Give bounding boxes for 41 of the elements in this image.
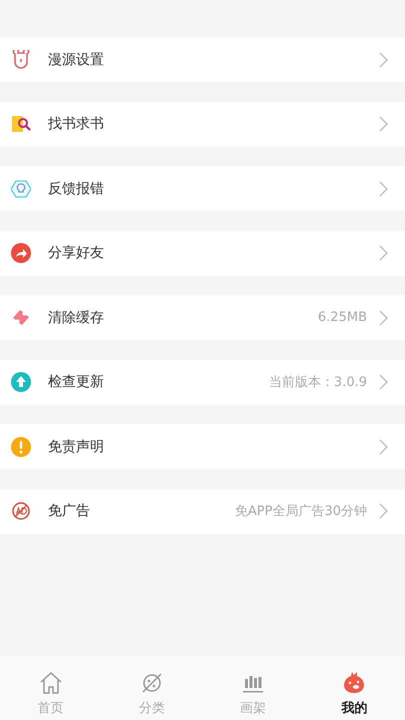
tab-label: 首页 [38, 700, 64, 717]
no-ads-icon [11, 501, 31, 521]
chevron-right-icon [379, 52, 389, 68]
book-search-icon [11, 114, 31, 134]
row-value: 6.25MB [318, 310, 367, 325]
tab-label: 画架 [240, 700, 266, 717]
row-label: 反馈报错 [48, 180, 105, 198]
ticket-icon [11, 308, 31, 328]
settings-row[interactable]: 分享好友 [0, 230, 405, 276]
chevron-right-icon [379, 245, 389, 261]
row-label: 免责声明 [48, 438, 105, 456]
settings-row[interactable]: 免责声明 [0, 424, 405, 469]
settings-row[interactable]: 清除缓存 6.25MB [0, 295, 405, 340]
chevron-right-icon [379, 503, 389, 519]
share-icon [11, 243, 31, 263]
row-label: 检查更新 [48, 373, 105, 391]
lightbulb-icon [11, 178, 31, 198]
row-label: 分享好友 [48, 244, 105, 262]
settings-row[interactable]: 漫源设置 [0, 37, 405, 82]
chevron-right-icon [379, 310, 389, 326]
row-label: 找书求书 [48, 115, 105, 133]
row-label: 漫源设置 [48, 50, 105, 68]
bear-icon [11, 50, 31, 70]
warning-icon [11, 436, 31, 456]
chevron-right-icon [379, 116, 389, 132]
row-value: 当前版本：3.0.9 [268, 374, 367, 391]
chevron-right-icon [379, 438, 389, 454]
upload-icon [11, 372, 31, 392]
row-label: 清除缓存 [48, 308, 105, 326]
settings-row[interactable]: 反馈报错 [0, 166, 405, 211]
settings-row[interactable]: 检查更新 当前版本：3.0.9 [0, 360, 405, 404]
tab-label: 分类 [138, 700, 165, 717]
row-label: 免广告 [48, 502, 91, 520]
chevron-right-icon [379, 180, 389, 196]
nav-tab[interactable]: 我的 [304, 656, 405, 720]
home-icon [38, 670, 64, 696]
settings-row[interactable]: 免广告 免APP全局广告30分钟 [0, 488, 405, 534]
tab-label: 我的 [341, 700, 368, 717]
chevron-right-icon [379, 374, 389, 390]
row-value: 免APP全局广告30分钟 [234, 503, 367, 520]
settings-row[interactable]: 找书求书 [0, 102, 405, 146]
